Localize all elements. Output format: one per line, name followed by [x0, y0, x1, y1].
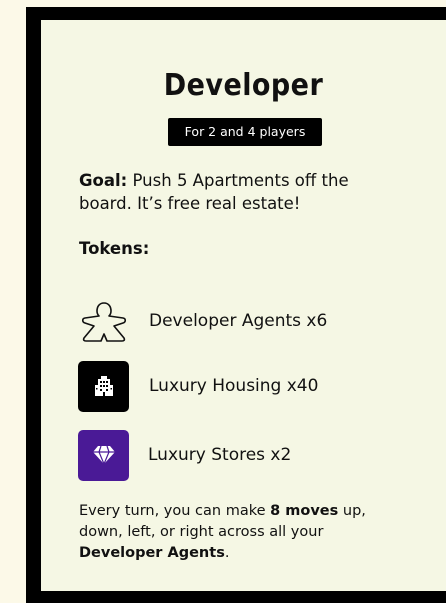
role-card-body: Developer For 2 and 4 players Goal: Push… [41, 20, 446, 591]
developer-agents-term: Developer Agents [79, 545, 225, 561]
building-icon [78, 360, 129, 412]
goal-label: Goal: [79, 171, 128, 190]
role-card: Developer For 2 and 4 players Goal: Push… [26, 7, 446, 603]
token-label: Developer Agents x6 [149, 311, 328, 331]
players-badge: For 2 and 4 players [168, 118, 322, 146]
rules-text: Every turn, you can make 8 moves up, dow… [79, 501, 399, 564]
tokens-heading: Tokens: [79, 239, 150, 258]
rules-text-part: . [224, 545, 230, 561]
token-row-developer-agents: Developer Agents x6 [78, 296, 327, 346]
diamond-icon [78, 429, 129, 481]
moves-count: 8 moves [270, 503, 339, 519]
token-label: Luxury Stores x2 [148, 445, 292, 465]
token-label: Luxury Housing x40 [149, 376, 319, 396]
rules-text-part: Every turn, you can make [79, 503, 271, 519]
meeple-outline-icon [78, 296, 129, 347]
card-title: Developer [163, 68, 324, 103]
token-row-luxury-stores: Luxury Stores x2 [78, 429, 292, 481]
goal-text: Goal: Push 5 Apartments off the board. I… [79, 169, 389, 215]
token-row-luxury-housing: Luxury Housing x40 [78, 360, 319, 412]
